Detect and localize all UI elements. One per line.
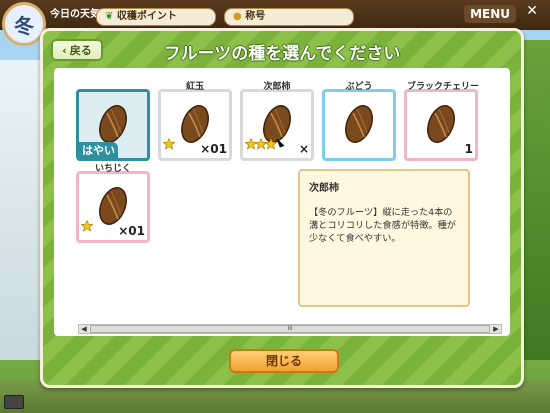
seed-select-dialog: ‹ 戻る フルーツの種を選んでください はやい 紅玉 ×01 次郎柿 × ぶどう ブラックチ… bbox=[40, 28, 524, 388]
seed-name: 次郎柿 bbox=[263, 82, 291, 92]
keyboard-icon[interactable] bbox=[4, 395, 24, 409]
seed-panel: はやい 紅玉 ×01 次郎柿 × ぶどう ブラックチェリー 1 いちじく ×01 次郎柿 【冬のフ… bbox=[54, 68, 510, 336]
seed-slot[interactable]: はやい bbox=[76, 89, 150, 161]
player-title: ● 称号 bbox=[224, 8, 354, 26]
rarity-stars bbox=[162, 135, 176, 154]
seed-icon bbox=[98, 103, 128, 145]
seed-icon bbox=[426, 103, 456, 145]
sprout-icon: ❦ bbox=[105, 11, 114, 22]
title-label: 称号 bbox=[245, 11, 266, 22]
seed-icon bbox=[98, 185, 128, 227]
seed-icon bbox=[344, 103, 374, 145]
seed-name: 紅玉 bbox=[185, 82, 204, 92]
seed-count: 1 bbox=[464, 142, 473, 156]
seed-slot[interactable]: ぶどう bbox=[322, 82, 396, 161]
dialog-title: フルーツの種を選んでください bbox=[163, 44, 401, 64]
seed-tooltip: 次郎柿 【冬のフルーツ】縦に走った4本の溝とコリコリした食感が特徴。種が少なくて… bbox=[298, 169, 470, 307]
star-icon bbox=[80, 217, 94, 236]
seed-icon bbox=[180, 103, 210, 145]
horizontal-scrollbar[interactable]: ◀ III ▶ bbox=[78, 324, 502, 334]
menu-button[interactable]: MENU bbox=[464, 5, 516, 23]
seed-name: ぶどう bbox=[345, 82, 373, 92]
background-left-panel bbox=[0, 60, 42, 360]
seed-count: ×01 bbox=[118, 224, 145, 238]
background-right-panel bbox=[520, 40, 550, 360]
harvest-points: ❦ 収穫ポイント bbox=[96, 8, 216, 26]
seed-slot[interactable]: ブラックチェリー 1 bbox=[404, 82, 479, 161]
tooltip-title: 次郎柿 bbox=[309, 183, 339, 194]
scroll-left-icon[interactable]: ◀ bbox=[79, 325, 89, 333]
fast-badge: はやい bbox=[79, 142, 118, 158]
seed-count: ×01 bbox=[200, 142, 227, 156]
harvest-points-label: 収穫ポイント bbox=[116, 11, 177, 22]
rarity-stars bbox=[244, 135, 278, 154]
star-icon bbox=[254, 135, 268, 154]
scroll-thumb[interactable]: III bbox=[90, 325, 490, 333]
seed-name: ブラックチェリー bbox=[407, 82, 480, 92]
close-button[interactable]: 閉じる bbox=[229, 349, 339, 373]
star-icon bbox=[162, 135, 176, 154]
close-icon[interactable]: ✕ bbox=[526, 3, 538, 19]
seed-slot[interactable]: いちじく ×01 bbox=[76, 164, 150, 243]
game-hud: 冬 今日の天気 ❦ 収穫ポイント ● 称号 MENU ✕ bbox=[0, 0, 550, 46]
tooltip-description: 【冬のフルーツ】縦に走った4本の溝とコリコリした食感が特徴。種が少なくて食べやす… bbox=[309, 207, 456, 244]
seed-count: × bbox=[298, 142, 309, 156]
seed-slot[interactable]: 紅玉 ×01 bbox=[158, 82, 232, 161]
seed-slot[interactable]: 次郎柿 × bbox=[240, 82, 314, 161]
rarity-stars bbox=[80, 217, 94, 236]
star-icon bbox=[244, 135, 258, 154]
star-icon bbox=[264, 135, 278, 154]
medal-icon: ● bbox=[233, 11, 242, 22]
seed-name: いちじく bbox=[94, 164, 131, 174]
scroll-right-icon[interactable]: ▶ bbox=[491, 325, 501, 333]
weather-label: 今日の天気 bbox=[50, 9, 100, 20]
